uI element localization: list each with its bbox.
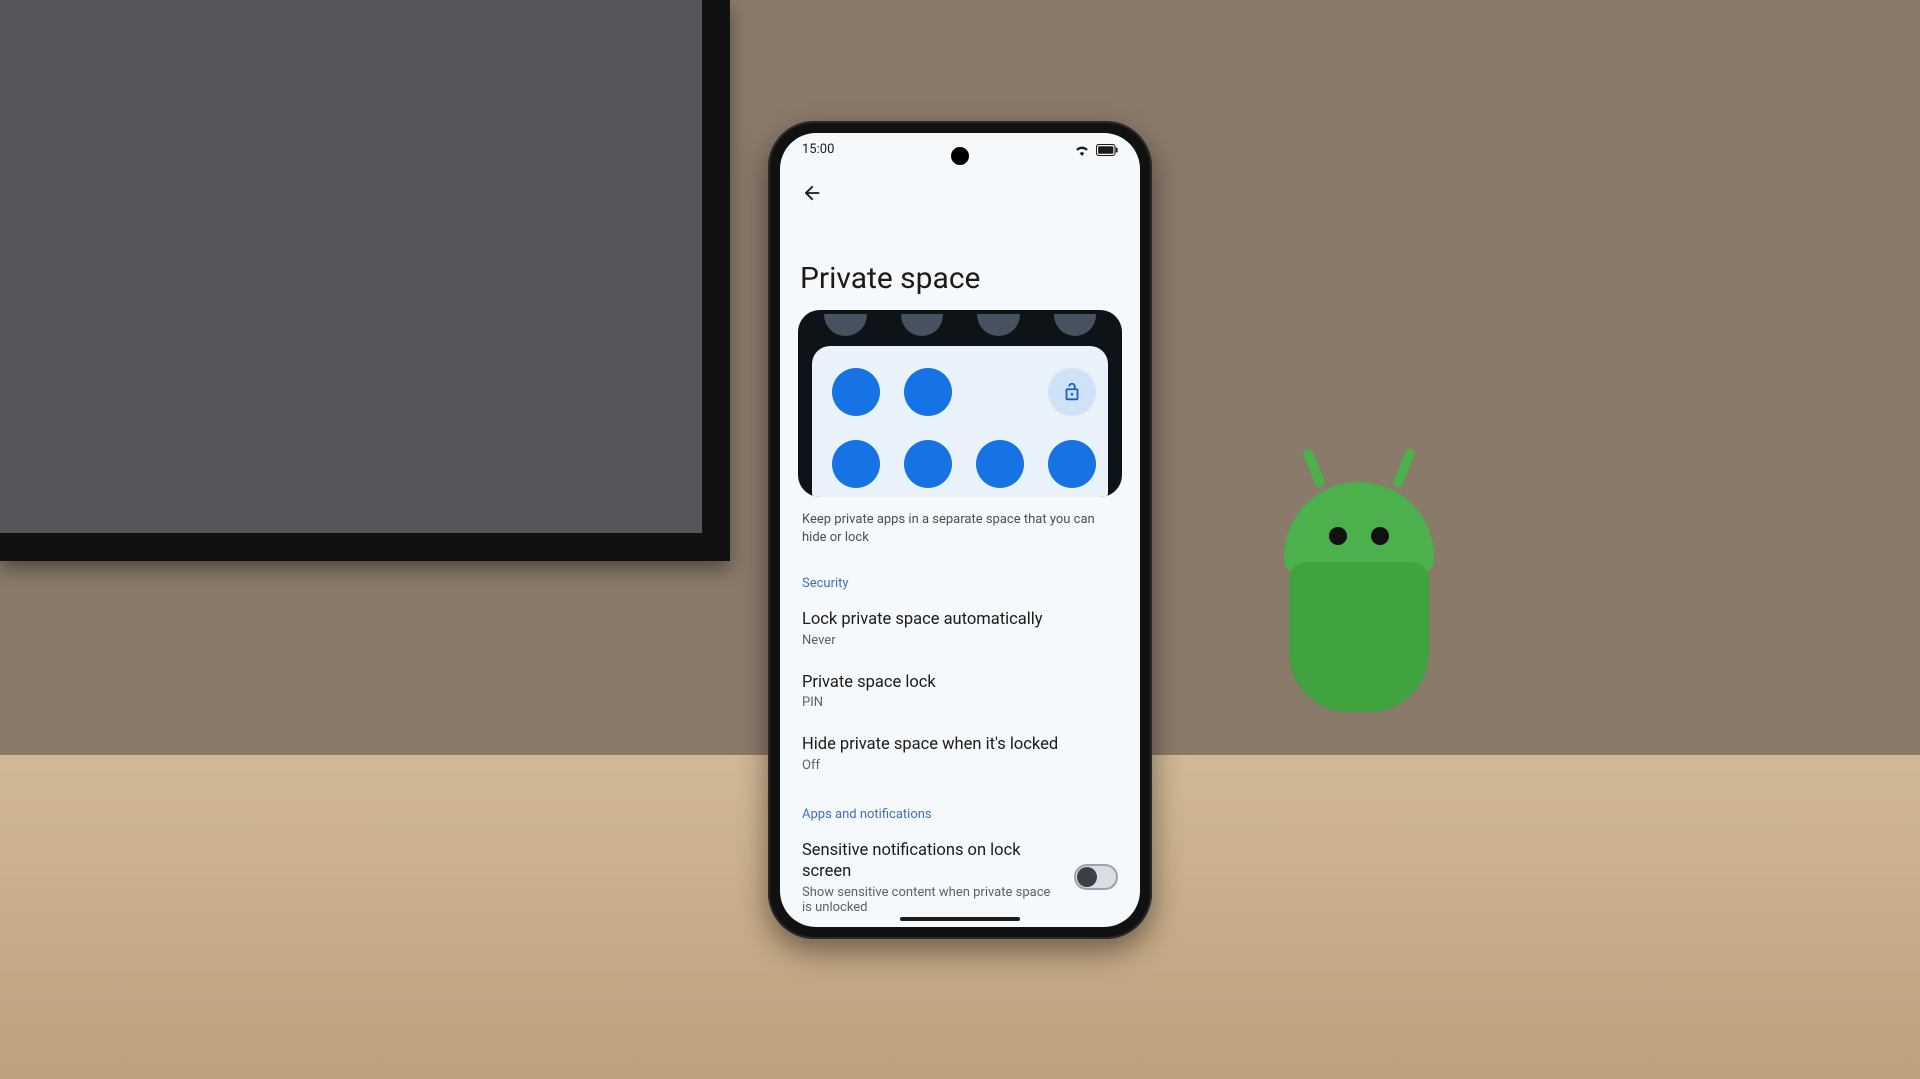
back-button[interactable]: [794, 175, 830, 211]
android-figurine: [1259, 442, 1459, 742]
section-label-security: Security: [780, 554, 1140, 597]
setting-title: Lock private space automatically: [802, 609, 1118, 630]
setting-subtext: PIN: [802, 695, 1118, 710]
toggle-knob: [1077, 867, 1097, 887]
unlock-icon: [1061, 381, 1083, 403]
page-title: Private space: [780, 211, 1140, 310]
private-app-dot: [832, 368, 880, 416]
feature-description: Keep private apps in a separate space th…: [780, 497, 1140, 554]
setting-private-space-lock[interactable]: Private space lock PIN: [780, 660, 1140, 722]
setting-subtext: Off: [802, 758, 1118, 773]
private-app-dot: [832, 440, 880, 488]
phone-frame: 15:00 Private space: [768, 121, 1152, 939]
background-app-dot: [824, 314, 867, 336]
app-header: [780, 167, 1140, 211]
wifi-icon: [1074, 144, 1090, 156]
gesture-nav-bar[interactable]: [900, 917, 1020, 921]
background-app-dot: [1054, 314, 1097, 336]
setting-title: Sensitive notifications on lock screen: [802, 840, 1062, 883]
phone-screen: 15:00 Private space: [780, 133, 1140, 927]
lock-slot: [1048, 368, 1096, 416]
private-space-illustration: [798, 310, 1122, 497]
private-app-dot: [1048, 440, 1096, 488]
setting-title: Private space lock: [802, 672, 1118, 693]
background-app-dot: [977, 314, 1020, 336]
private-app-dot: [904, 440, 952, 488]
setting-lock-automatically[interactable]: Lock private space automatically Never: [780, 597, 1140, 659]
section-label-apps: Apps and notifications: [780, 785, 1140, 828]
arrow-left-icon: [801, 182, 823, 204]
setting-sensitive-notifications[interactable]: Sensitive notifications on lock screen S…: [780, 828, 1140, 927]
background-app-dot: [901, 314, 944, 336]
background-picture-frame: [0, 0, 730, 561]
empty-slot: [976, 368, 1024, 416]
status-time: 15:00: [802, 142, 834, 157]
setting-title: Hide private space when it's locked: [802, 734, 1118, 755]
setting-subtext: Show sensitive content when private spac…: [802, 885, 1062, 915]
setting-hide-when-locked[interactable]: Hide private space when it's locked Off: [780, 722, 1140, 784]
setting-subtext: Never: [802, 633, 1118, 648]
private-app-dot: [976, 440, 1024, 488]
front-camera-punchhole: [951, 147, 969, 165]
private-app-dot: [904, 368, 952, 416]
sensitive-notifications-toggle[interactable]: [1074, 864, 1118, 890]
battery-icon: [1096, 144, 1118, 156]
